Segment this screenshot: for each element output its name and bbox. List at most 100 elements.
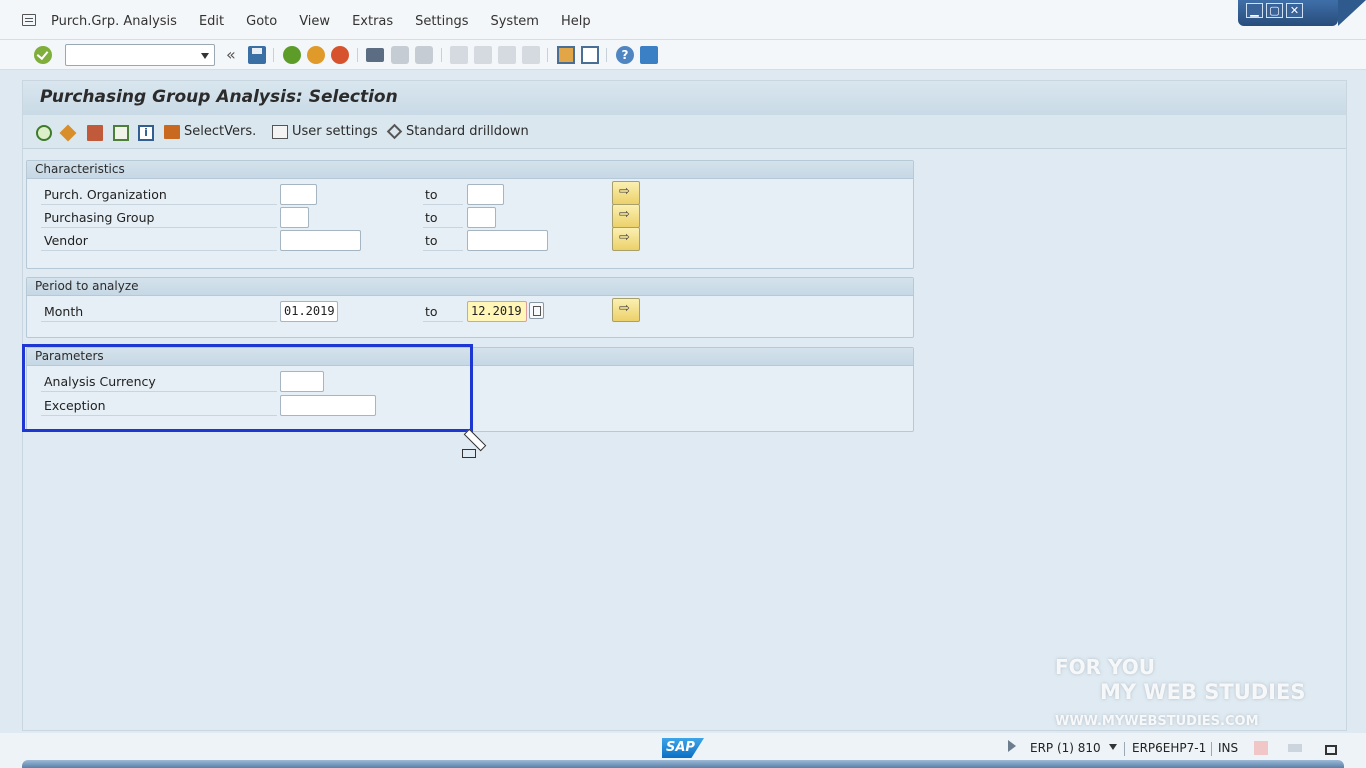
purchasing-group-row: Purchasing Group to (27, 204, 913, 229)
label-underline (41, 204, 277, 205)
application-toolbar: i SelectVers. User settings Standard dri… (23, 115, 1346, 149)
menu-system[interactable]: System (490, 14, 538, 29)
page-title: Purchasing Group Analysis: Selection (40, 87, 398, 107)
print-icon[interactable] (366, 48, 384, 62)
menu-settings[interactable]: Settings (415, 14, 468, 29)
label-underline (423, 204, 463, 205)
analysis-currency-label: Analysis Currency (44, 374, 156, 389)
select-versions-icon (164, 124, 180, 139)
exception-row: Exception (27, 395, 913, 417)
menu-extras[interactable]: Extras (352, 14, 393, 29)
value-help-icon[interactable] (529, 302, 544, 319)
month-row: Month 01.2019 to 12.2019 (27, 298, 913, 323)
parameters-title: Parameters (27, 348, 913, 366)
multiple-selection-icon[interactable] (612, 204, 640, 228)
menu-bar: Purch.Grp. Analysis Edit Goto View Extra… (0, 0, 1366, 40)
select-versions-button[interactable]: SelectVers. (164, 124, 256, 139)
find-next-icon (415, 46, 433, 64)
watermark-line1: FOR YOU (1055, 655, 1156, 679)
customize-layout-icon[interactable] (640, 46, 658, 64)
to-label: to (425, 210, 438, 225)
watermark-line2: MY WEB STUDIES (1100, 680, 1306, 704)
to-label: to (425, 187, 438, 202)
exception-label: Exception (44, 398, 106, 413)
purchasing-group-label: Purchasing Group (44, 210, 155, 225)
watermark-line3: WWW.MYWEBSTUDIES.COM (1055, 714, 1259, 729)
variant-icon[interactable] (113, 125, 129, 141)
create-session-icon[interactable] (557, 46, 575, 64)
toolbar-separator (357, 48, 358, 62)
close-button[interactable]: ✕ (1286, 3, 1303, 18)
menu-icon[interactable] (22, 14, 36, 26)
label-underline (423, 250, 463, 251)
analysis-currency-row: Analysis Currency (27, 371, 913, 393)
purchasing-group-from-input[interactable] (280, 207, 309, 228)
toolbar-separator (273, 48, 274, 62)
month-label: Month (44, 304, 84, 319)
menu-view[interactable]: View (299, 14, 330, 29)
vendor-from-input[interactable] (280, 230, 361, 251)
standard-drilldown-button[interactable]: Standard drilldown (386, 123, 529, 140)
vendor-row: Vendor to (27, 227, 913, 252)
command-field[interactable] (65, 44, 215, 66)
characteristics-group: Characteristics Purch. Organization to P… (26, 160, 914, 269)
chevron-down-icon[interactable] (201, 53, 209, 59)
month-to-input[interactable]: 12.2019 (467, 301, 527, 322)
cursor-rectangle-icon (462, 449, 476, 458)
multiple-selection-icon[interactable] (612, 298, 640, 322)
system-info: ERP (1) 810 (1030, 741, 1101, 755)
help-icon[interactable]: ? (616, 46, 634, 64)
drilldown-icon[interactable] (59, 124, 77, 142)
purch-organization-from-input[interactable] (280, 184, 317, 205)
multiple-selection-icon[interactable] (612, 181, 640, 205)
characteristics-title: Characteristics (27, 161, 913, 179)
previous-page-icon (474, 46, 492, 64)
purchasing-group-to-input[interactable] (467, 207, 496, 228)
execute-icon[interactable] (36, 125, 52, 141)
save-icon[interactable] (248, 46, 266, 64)
performance-icon (1254, 741, 1268, 755)
purch-organization-row: Purch. Organization to (27, 181, 913, 206)
back-icon[interactable] (283, 46, 301, 64)
user-settings-icon (272, 124, 288, 139)
analysis-currency-input[interactable] (280, 371, 324, 392)
network-icon (1288, 744, 1302, 752)
check-icon[interactable] (34, 46, 52, 64)
menu-help[interactable]: Help (561, 14, 591, 29)
minimize-button[interactable]: ▁ (1246, 3, 1263, 18)
menu-purch-grp-analysis[interactable]: Purch.Grp. Analysis (51, 14, 177, 29)
lock-icon[interactable] (1325, 745, 1337, 755)
menu-edit[interactable]: Edit (199, 14, 224, 29)
standard-drilldown-icon (386, 123, 403, 140)
month-from-input[interactable]: 01.2019 (280, 301, 338, 322)
first-page-icon (450, 46, 468, 64)
user-settings-button[interactable]: User settings (272, 124, 378, 139)
standard-toolbar: « ? (0, 40, 1366, 70)
multiple-selection-icon[interactable] (612, 227, 640, 251)
exit-icon[interactable] (307, 46, 325, 64)
sap-logo: SAP (662, 738, 704, 758)
list-icon[interactable] (87, 125, 103, 141)
vendor-to-input[interactable] (467, 230, 548, 251)
label-underline (41, 391, 277, 392)
shortcut-icon[interactable] (581, 46, 599, 64)
chevron-down-icon[interactable] (1109, 744, 1117, 750)
expand-status-icon[interactable] (1008, 740, 1016, 752)
to-label: to (425, 233, 438, 248)
maximize-button[interactable]: ▢ (1266, 3, 1283, 18)
cancel-icon[interactable] (331, 46, 349, 64)
select-versions-label: SelectVers. (184, 124, 257, 139)
label-underline (41, 415, 277, 416)
purch-organization-label: Purch. Organization (44, 187, 167, 202)
collapse-command-icon[interactable]: « (226, 45, 236, 64)
menu-items: Purch.Grp. Analysis Edit Goto View Extra… (51, 14, 613, 29)
exception-input[interactable] (280, 395, 376, 416)
info-icon[interactable]: i (138, 125, 154, 141)
toolbar-separator (547, 48, 548, 62)
menu-goto[interactable]: Goto (246, 14, 277, 29)
parameters-group: Parameters Analysis Currency Exception (26, 347, 914, 432)
label-underline (41, 250, 277, 251)
label-underline (41, 227, 277, 228)
status-bar: SAP ERP (1) 810 ERP6EHP7-1 INS (0, 733, 1366, 768)
purch-organization-to-input[interactable] (467, 184, 504, 205)
